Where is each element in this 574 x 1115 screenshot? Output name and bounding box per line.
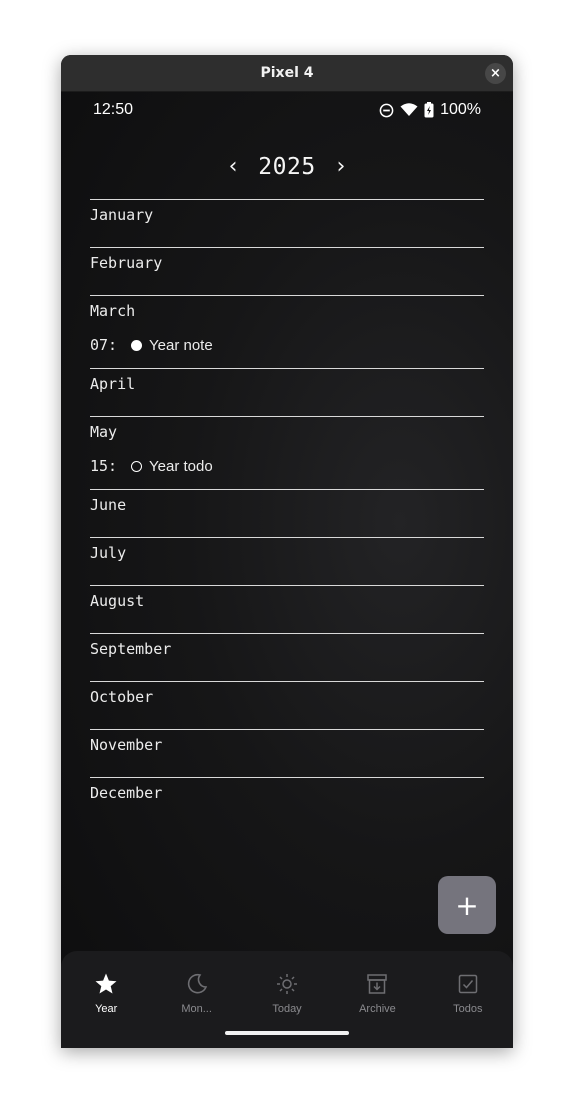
month-row-september[interactable]: September — [90, 633, 484, 681]
nav-item-mon[interactable]: Mon... — [151, 971, 241, 1015]
next-year-button[interactable]: › — [334, 155, 348, 179]
month-row-april[interactable]: April — [90, 368, 484, 416]
phone-screen: 12:50 100% ‹ 2025 › January February Mar… — [61, 92, 513, 1048]
month-row-june[interactable]: June — [90, 489, 484, 537]
month-name: January — [90, 206, 154, 224]
month-name: July — [90, 544, 127, 562]
entry-day: 07: — [90, 336, 118, 354]
bottom-navigation: Year Mon... Today Archive Todos — [61, 951, 513, 1048]
month-name: October — [90, 688, 154, 706]
nav-item-label: Archive — [359, 1003, 396, 1015]
do-not-disturb-icon — [379, 103, 394, 117]
checkbox-icon — [456, 971, 480, 997]
month-name: March — [90, 302, 136, 320]
entry-text: Year todo — [149, 457, 213, 475]
status-bar: 12:50 100% — [61, 92, 513, 128]
previous-year-button[interactable]: ‹ — [226, 155, 240, 179]
home-indicator[interactable] — [225, 1031, 349, 1035]
month-row-march[interactable]: March 07: Year note — [90, 295, 484, 360]
month-row-may[interactable]: May 15: Year todo — [90, 416, 484, 481]
year-todo-entry[interactable]: 15: Year todo — [90, 451, 484, 481]
month-name: September — [90, 640, 172, 658]
status-time: 12:50 — [93, 101, 134, 118]
month-row-july[interactable]: July — [90, 537, 484, 585]
month-name: November — [90, 736, 163, 754]
month-name: February — [90, 254, 163, 272]
month-list: January February March 07: Year note April May… — [90, 199, 484, 825]
nav-item-label: Year — [95, 1003, 118, 1015]
todo-circle-icon[interactable] — [131, 460, 142, 472]
close-button[interactable]: × — [485, 63, 506, 84]
month-name: April — [90, 375, 136, 393]
year-navigator: ‹ 2025 › — [61, 152, 513, 182]
add-button[interactable]: + — [438, 876, 496, 934]
nav-item-todos[interactable]: Todos — [423, 971, 513, 1015]
moon-icon — [185, 971, 209, 997]
star-icon — [94, 971, 118, 997]
window-titlebar: Pixel 4 × — [61, 55, 513, 92]
nav-item-today[interactable]: Today — [242, 971, 332, 1015]
month-row-november[interactable]: November — [90, 729, 484, 777]
emulator-window: Pixel 4 × 12:50 100% ‹ 2025 › January Fe… — [61, 55, 513, 1048]
month-name: May — [90, 423, 118, 441]
entry-text: Year note — [149, 336, 213, 354]
year-note-entry[interactable]: 07: Year note — [90, 330, 484, 360]
month-name: June — [90, 496, 127, 514]
archive-icon — [365, 971, 389, 997]
window-title: Pixel 4 — [260, 65, 314, 81]
note-dot-icon — [131, 339, 142, 351]
battery-percent: 100% — [440, 101, 481, 118]
nav-item-label: Mon... — [181, 1003, 212, 1015]
nav-item-label: Today — [272, 1003, 302, 1015]
month-name: August — [90, 592, 145, 610]
month-row-october[interactable]: October — [90, 681, 484, 729]
month-name: December — [90, 784, 163, 802]
sun-icon — [275, 971, 299, 997]
month-row-february[interactable]: February — [90, 247, 484, 295]
nav-item-year[interactable]: Year — [61, 971, 151, 1015]
wifi-icon — [400, 103, 418, 116]
battery-charging-icon — [424, 102, 434, 118]
month-row-december[interactable]: December — [90, 777, 484, 825]
nav-item-label: Todos — [453, 1003, 483, 1015]
month-row-august[interactable]: August — [90, 585, 484, 633]
year-label: 2025 — [258, 154, 316, 180]
status-icons: 100% — [379, 101, 481, 119]
entry-day: 15: — [90, 457, 118, 475]
month-row-january[interactable]: January — [90, 199, 484, 247]
nav-item-archive[interactable]: Archive — [332, 971, 422, 1015]
